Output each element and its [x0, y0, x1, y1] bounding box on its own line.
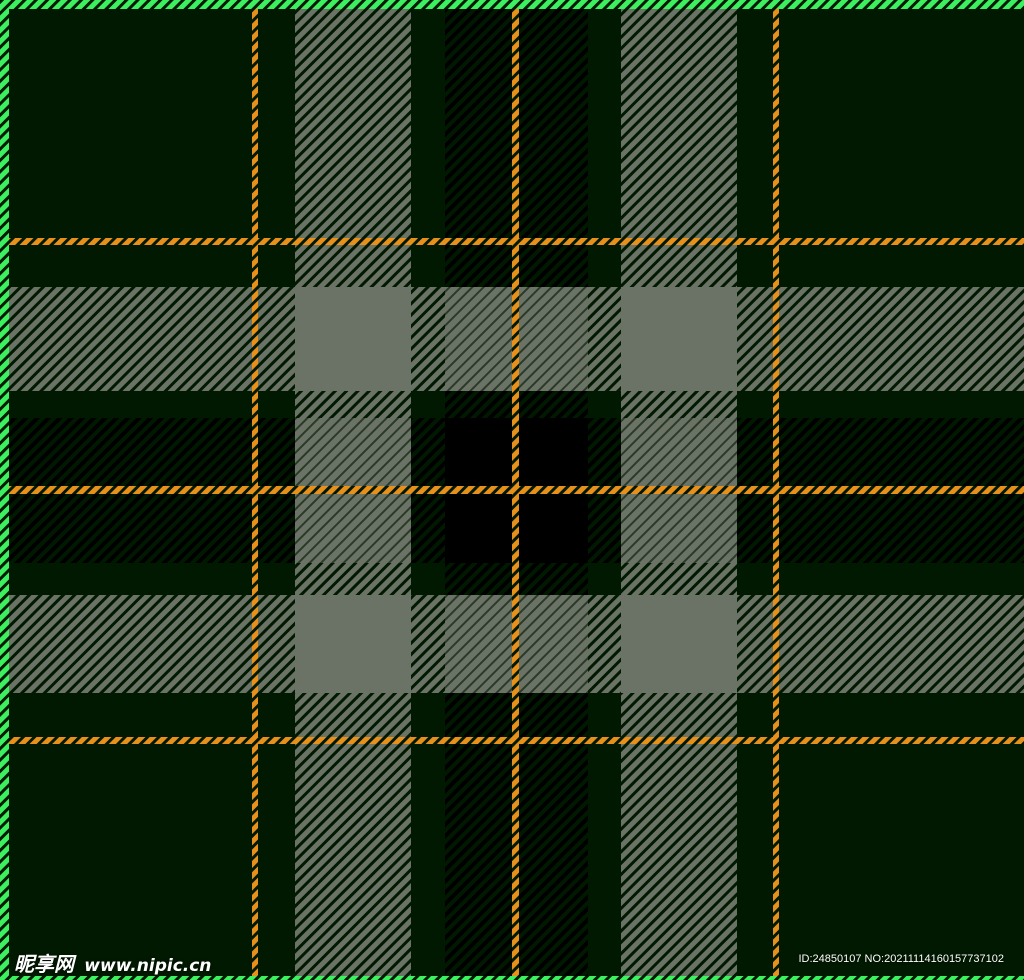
green-border-top [0, 0, 1024, 9]
orange-line-horizontal [0, 737, 1024, 744]
grey-crossing [621, 595, 737, 693]
grey-crossing [295, 287, 411, 391]
watermark-site-name: 昵享网 [14, 952, 74, 976]
watermark-logo: 昵享网 www.nipic.cn [14, 948, 211, 977]
tartan-pattern [0, 0, 1024, 980]
grey-crossing [295, 595, 411, 693]
watermark-site-url: www.nipic.cn [84, 956, 212, 976]
grey-crossing [621, 287, 737, 391]
green-border-left [0, 0, 9, 980]
watermark-id: ID:24850107 NO:20211114160157737102 [798, 953, 1004, 965]
orange-line-horizontal [0, 486, 1024, 494]
orange-line-horizontal [0, 238, 1024, 245]
plaid-image: 昵享网 www.nipic.cn ID:24850107 NO:20211114… [0, 0, 1024, 980]
